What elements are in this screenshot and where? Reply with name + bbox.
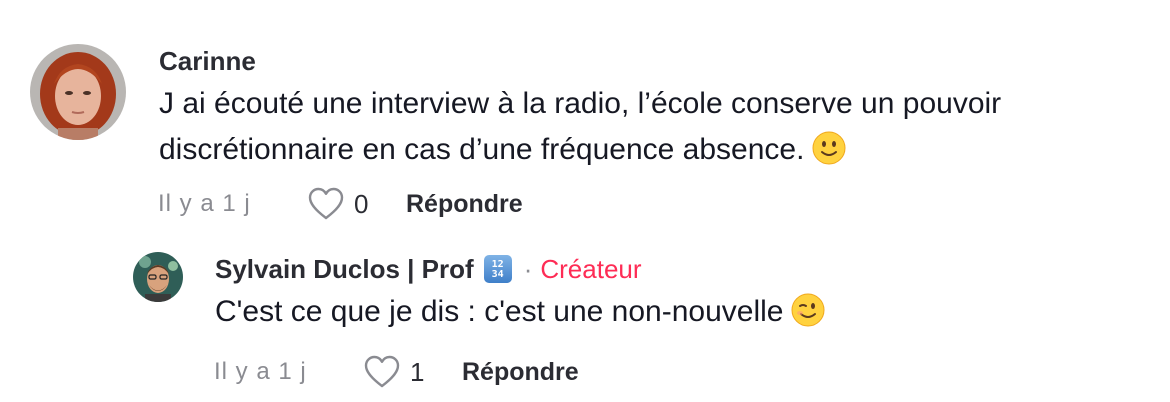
- author-line: Sylvain Duclos | Prof 12 34 · Créateur: [215, 252, 825, 286]
- timestamp: Il y a 1 j: [214, 358, 307, 385]
- comment-text: C'est ce que je dis : c'est une non-nouv…: [215, 289, 825, 335]
- number-badge-icon: 12 34: [483, 255, 512, 283]
- previous-item-indicator: [250, 0, 274, 2]
- creator-label: Créateur: [540, 253, 642, 284]
- avatar-image-sylvain: [133, 252, 183, 302]
- avatar[interactable]: [30, 44, 126, 140]
- reply-button[interactable]: Répondre: [462, 358, 579, 387]
- timestamp: Il y a 1 j: [158, 190, 251, 217]
- comment-text-line: discrétionnaire en cas d’une fréquence a…: [159, 127, 1001, 173]
- like-count: 0: [354, 188, 369, 219]
- comment-text-line: C'est ce que je dis : c'est une non-nouv…: [215, 289, 825, 335]
- winking-face-icon: [791, 293, 825, 327]
- comment-text-line: J ai écouté une interview à la radio, l’…: [159, 87, 1002, 120]
- reply-button[interactable]: Répondre: [406, 190, 523, 219]
- like-button[interactable]: 1: [364, 355, 460, 389]
- separator: ·: [523, 253, 533, 284]
- comment-actions: Il y a 1 j 0 Répondre: [158, 187, 523, 221]
- author-name[interactable]: Sylvain Duclos | Prof: [215, 254, 474, 285]
- comment-actions: Il y a 1 j 1 Répondre: [214, 355, 579, 389]
- author-line: Carinne: [159, 44, 1001, 78]
- like-button[interactable]: 0: [308, 187, 404, 221]
- avatar[interactable]: [133, 252, 183, 302]
- avatar-image-carinne: [30, 44, 126, 140]
- author-name[interactable]: Carinne: [159, 46, 256, 77]
- like-count: 1: [410, 356, 425, 387]
- comment-body: Sylvain Duclos | Prof 12 34 · Créateur C'…: [214, 252, 825, 388]
- heart-icon: [308, 187, 344, 220]
- slightly-smiling-face-icon: [812, 131, 846, 165]
- comment-text: J ai écouté une interview à la radio, l’…: [159, 81, 1001, 173]
- comment-body: Carinne J ai écouté une interview à la r…: [158, 44, 1001, 220]
- heart-icon: [364, 355, 400, 388]
